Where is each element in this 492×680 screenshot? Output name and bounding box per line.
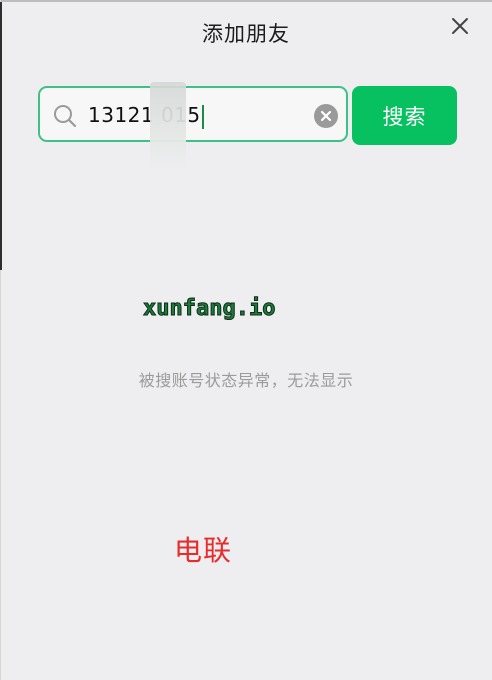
- account-status-message: 被搜账号状态异常，无法显示: [138, 371, 354, 390]
- search-button[interactable]: 搜索: [352, 86, 457, 145]
- search-icon: [54, 105, 77, 128]
- text-caret: [201, 104, 204, 129]
- search-field[interactable]: 13121 015: [38, 86, 348, 142]
- clear-icon: [320, 110, 332, 122]
- redaction-blur: [150, 82, 186, 174]
- clear-search-button[interactable]: [314, 104, 338, 128]
- close-icon: [452, 18, 468, 34]
- overlay-stamp-text: 电联: [174, 534, 233, 567]
- search-input[interactable]: 13121 015: [88, 99, 298, 131]
- page-title: 添加朋友: [202, 22, 290, 46]
- watermark-text: xunfang.io: [143, 296, 276, 322]
- window-top-border: [0, 0, 492, 2]
- close-button[interactable]: [448, 14, 472, 38]
